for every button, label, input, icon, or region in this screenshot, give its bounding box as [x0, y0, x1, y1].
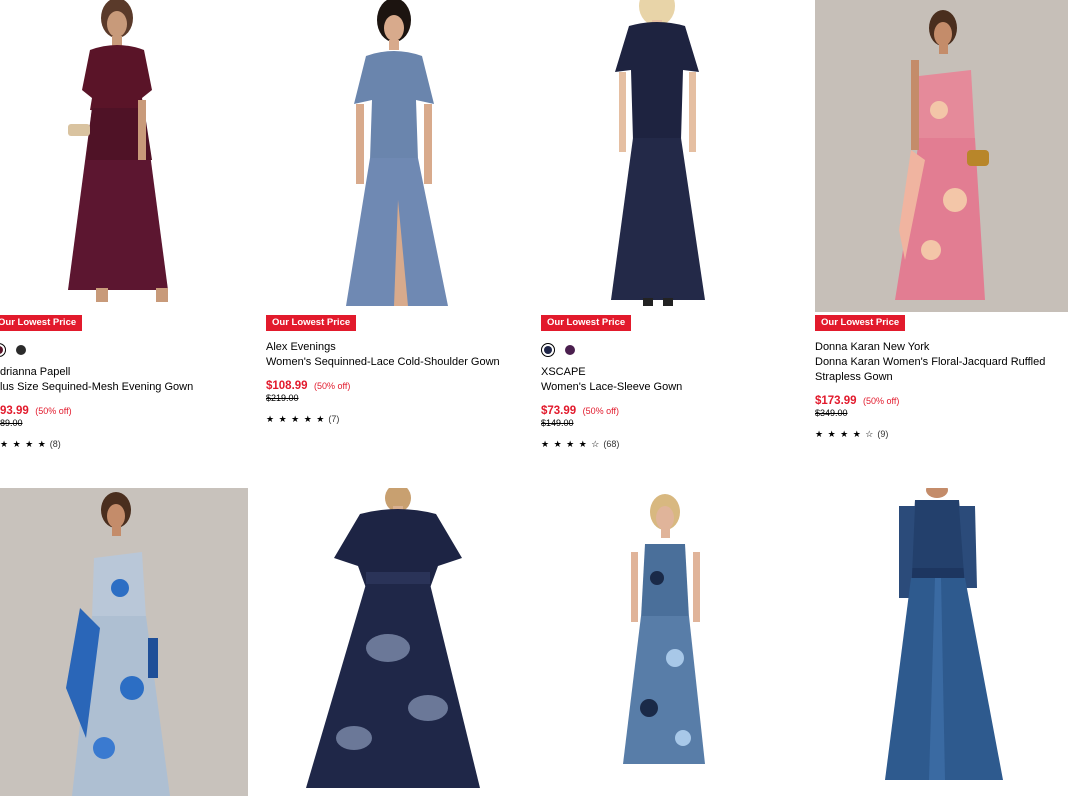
price-row: $108.99 (50% off): [266, 376, 350, 394]
original-price: $349.00: [815, 408, 848, 418]
product-name[interactable]: Women's Lace-Sleeve Gown: [541, 380, 781, 395]
product-brand[interactable]: Donna Karan New York: [815, 340, 929, 355]
product-image[interactable]: [815, 488, 1068, 796]
rating-stars: ★ ★ ★ ★ ☆: [815, 429, 875, 439]
color-swatch[interactable]: [563, 343, 577, 357]
review-count: (7): [328, 414, 340, 424]
color-swatch[interactable]: [14, 343, 28, 357]
product-image[interactable]: [533, 488, 781, 796]
rating-stars: ★ ★ ★ ★ ☆: [541, 439, 601, 449]
swatch-color: [16, 345, 26, 355]
product-image[interactable]: [533, 0, 781, 312]
product-name[interactable]: lus Size Sequined-Mesh Evening Gown: [0, 380, 240, 395]
rating-stars: ★ ★ ★ ★ ★: [266, 414, 326, 424]
product-name[interactable]: Donna Karan Women's Floral-Jacquard Ruff…: [815, 355, 1055, 385]
product-image[interactable]: [258, 0, 506, 312]
product-brand[interactable]: Alex Evenings: [266, 340, 336, 355]
swatch-color: [0, 346, 3, 354]
color-swatch-selected[interactable]: [0, 343, 6, 357]
star-rating[interactable]: ★ ★ ★ ★ ☆ (68): [541, 439, 619, 450]
product-image[interactable]: [815, 0, 1068, 312]
rating-stars: ★ ★ ★ ★: [0, 439, 47, 449]
price-row: 93.99 (50% off): [0, 401, 72, 419]
star-rating[interactable]: ★ ★ ★ ★ ★ (7): [266, 414, 339, 425]
sale-price: $108.99: [266, 380, 308, 392]
review-count: (9): [877, 429, 889, 439]
lowest-price-badge: Our Lowest Price: [0, 315, 83, 331]
price-row: $173.99 (50% off): [815, 391, 899, 409]
discount-label: (50% off): [35, 406, 72, 416]
discount-label: (50% off): [863, 396, 900, 406]
discount-label: (50% off): [314, 381, 351, 391]
product-image[interactable]: [258, 488, 506, 796]
swatch-color: [565, 345, 575, 355]
lowest-price-badge: Our Lowest Price: [815, 315, 906, 331]
swatch-color: [544, 346, 552, 354]
original-price: $149.00: [541, 418, 574, 428]
product-image[interactable]: [0, 0, 240, 312]
price-row: $73.99 (50% off): [541, 401, 619, 419]
star-rating[interactable]: ★ ★ ★ ★ ☆ (9): [815, 429, 888, 440]
product-brand[interactable]: XSCAPE: [541, 365, 586, 380]
sale-price: $173.99: [815, 395, 857, 407]
product-name[interactable]: Women's Sequinned-Lace Cold-Shoulder Gow…: [266, 355, 506, 370]
original-price: 89.00: [0, 418, 23, 428]
review-count: (68): [603, 439, 620, 449]
color-swatch-selected[interactable]: [541, 343, 555, 357]
review-count: (8): [49, 439, 61, 449]
product-image[interactable]: [0, 488, 248, 796]
lowest-price-badge: Our Lowest Price: [541, 315, 632, 331]
product-brand[interactable]: drianna Papell: [0, 365, 70, 380]
sale-price: $73.99: [541, 405, 577, 417]
original-price: $219.00: [266, 393, 299, 403]
star-rating[interactable]: ★ ★ ★ ★ (8): [0, 439, 61, 450]
lowest-price-badge: Our Lowest Price: [266, 315, 357, 331]
discount-label: (50% off): [582, 406, 619, 416]
sale-price: 93.99: [0, 405, 29, 417]
